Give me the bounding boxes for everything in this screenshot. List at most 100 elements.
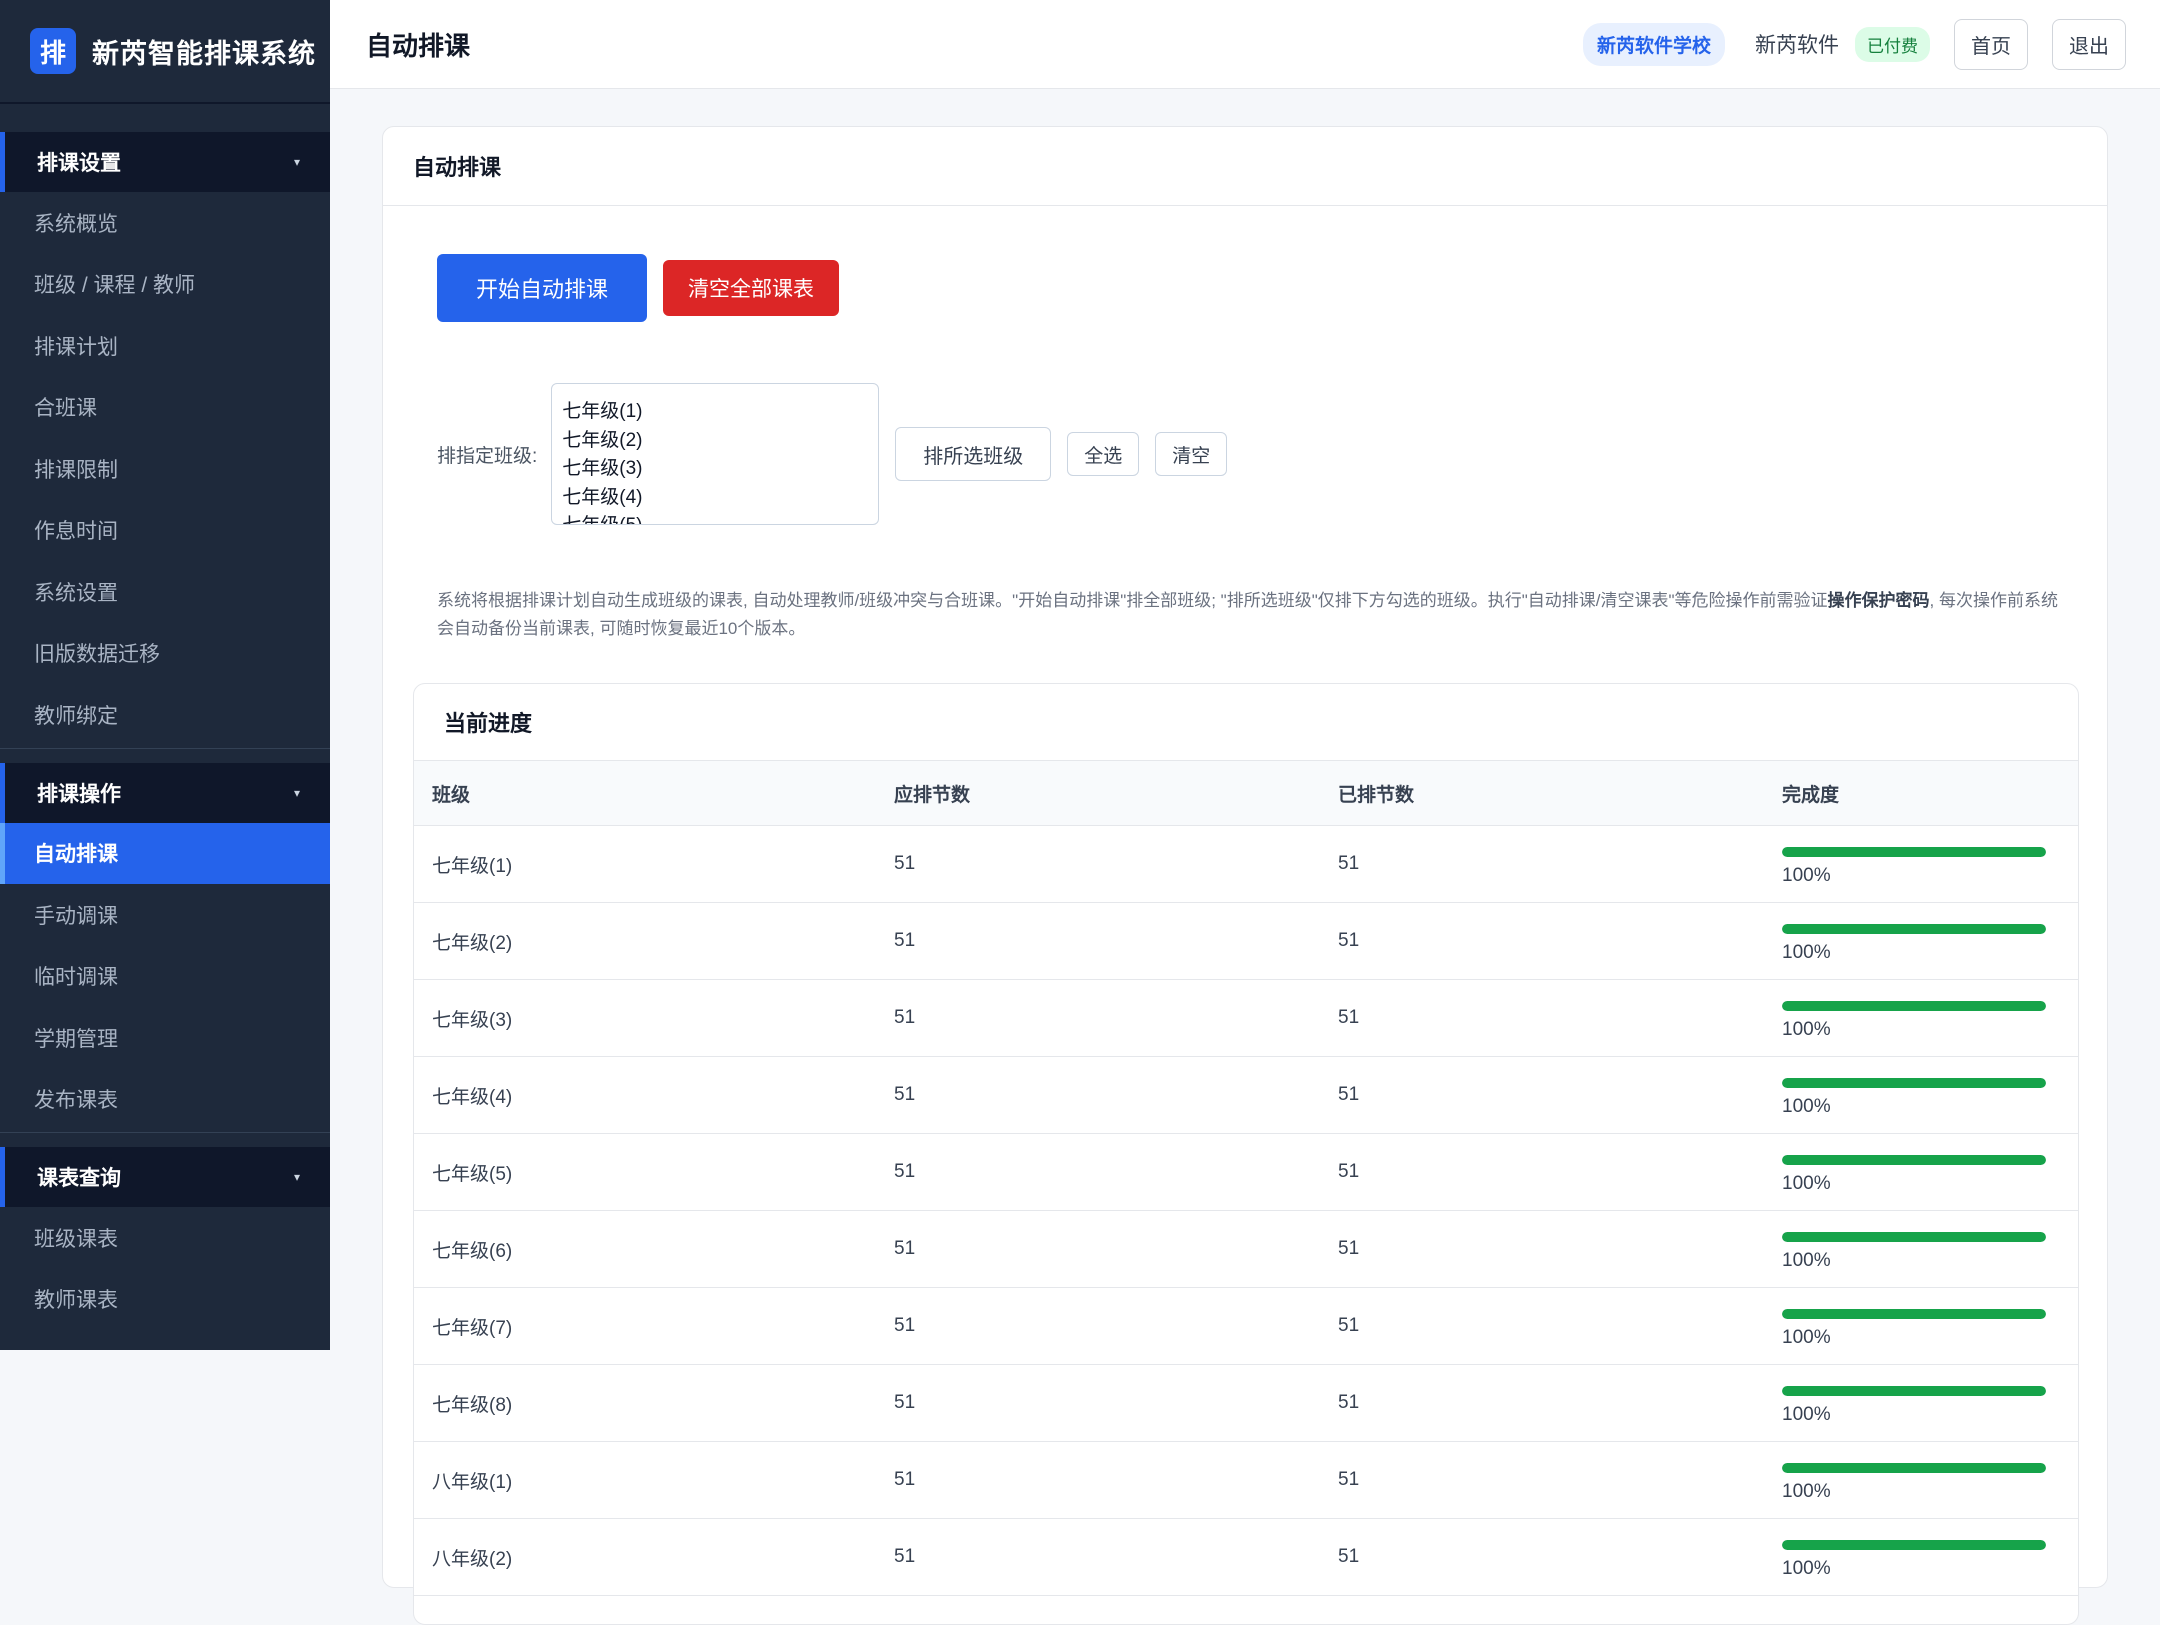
select-all-button[interactable]: 全选 xyxy=(1067,432,1140,476)
progress-bar xyxy=(1782,1001,2046,1011)
class-option[interactable]: 七年级(1) xyxy=(562,398,868,427)
org-name: 新芮软件 xyxy=(1755,34,1839,57)
sidebar-item[interactable]: 作息时间 xyxy=(0,500,330,562)
logout-button[interactable]: 退出 xyxy=(2052,18,2126,70)
nav-divider xyxy=(0,747,330,749)
progress-bar-fill xyxy=(1782,1309,2046,1319)
sidebar-nav: 排课设置 ▾ 系统概览 班级 / 课程 / 教师 排课计划 合班课 排课限制 作息时间 系统设置… xyxy=(0,132,330,1350)
nav-group-title: 排课设置 xyxy=(37,152,121,175)
cell-completion: 100% xyxy=(1781,1133,2078,1211)
nav-group-title: 排课操作 xyxy=(37,782,121,806)
cell-scheduled: 51 xyxy=(1337,1287,1781,1365)
progress-percent: 100% xyxy=(1782,1481,1831,1502)
nav-divider xyxy=(0,1132,330,1133)
cell-scheduled: 51 xyxy=(1337,979,1781,1057)
cell-completion: 100% xyxy=(1781,1287,2078,1365)
nav-group-header[interactable]: 课表查询 ▾ xyxy=(0,1147,330,1207)
class-option[interactable]: 七年级(2) xyxy=(562,427,868,456)
cell-required: 51 xyxy=(893,1056,1337,1134)
sidebar-item[interactable]: 排课计划 xyxy=(0,315,330,377)
cell-required: 51 xyxy=(893,902,1337,980)
caret-down-icon: ▾ xyxy=(293,785,300,800)
table-body: 七年级(1) 51 51 100% 七年级(2) 51 51 100% 七年级(3) 51 51 10… xyxy=(414,825,2078,1596)
sidebar-item[interactable]: 系统概览 xyxy=(0,192,330,254)
cell-class: 七年级(8) xyxy=(414,1364,893,1442)
sidebar-item[interactable]: 班级 / 课程 / 教师 xyxy=(0,254,330,316)
header-right: 新芮软件学校 新芮软件 已付费 首页 退出 xyxy=(1582,18,2126,70)
progress-bar-fill xyxy=(1782,1463,2046,1473)
table-header-row: 班级 应排节数 已排节数 完成度 xyxy=(414,760,2078,826)
page-title: 自动排课 xyxy=(366,30,471,61)
cell-scheduled: 51 xyxy=(1337,1210,1781,1288)
progress-bar xyxy=(1782,847,2046,857)
nav-group-header[interactable]: 排课操作 ▾ xyxy=(0,762,330,823)
sidebar-item[interactable]: 学期管理 xyxy=(0,1007,330,1069)
progress-percent: 100% xyxy=(1782,1096,1831,1117)
class-option[interactable]: 七年级(4) xyxy=(562,484,868,513)
class-option[interactable]: 七年级(5) xyxy=(562,512,868,524)
school-tag[interactable]: 新芮软件学校 xyxy=(1582,22,1725,66)
sidebar-item[interactable]: 临时调课 xyxy=(0,946,330,1008)
start-auto-schedule-button[interactable]: 开始自动排课 xyxy=(437,254,647,322)
class-option[interactable]: 七年级(3) xyxy=(562,455,868,484)
cell-class: 七年级(6) xyxy=(414,1210,893,1288)
home-button[interactable]: 首页 xyxy=(1954,18,2028,70)
progress-percent: 100% xyxy=(1782,1019,1831,1040)
clear-selection-button[interactable]: 清空 xyxy=(1155,432,1228,476)
card-title: 自动排课 xyxy=(383,127,2107,206)
sidebar-item[interactable]: 系统设置 xyxy=(0,561,330,623)
sidebar-item[interactable]: 自动排课 xyxy=(0,822,330,884)
cell-completion: 100% xyxy=(1781,825,2078,903)
sidebar: 排 新芮智能排课系统 排课设置 ▾ 系统概览 班级 / 课程 / 教师 排课计划 合班课排… xyxy=(0,0,330,1350)
cell-required: 51 xyxy=(893,1133,1337,1211)
sidebar-item[interactable]: 排课限制 xyxy=(0,438,330,500)
col-class: 班级 xyxy=(414,760,893,826)
table-row: 七年级(8) 51 51 100% xyxy=(414,1364,2078,1442)
cell-scheduled: 51 xyxy=(1337,1056,1781,1134)
table-row: 八年级(1) 51 51 100% xyxy=(414,1441,2078,1519)
cell-class: 七年级(5) xyxy=(414,1133,893,1211)
top-header: 自动排课 新芮软件学校 新芮软件 已付费 首页 退出 xyxy=(330,0,2160,89)
table-row: 七年级(3) 51 51 100% xyxy=(414,979,2078,1057)
progress-bar-fill xyxy=(1782,847,2046,857)
caret-down-icon: ▾ xyxy=(293,155,300,169)
sidebar-item[interactable]: 发布课表 xyxy=(0,1069,330,1131)
nav-group-header[interactable]: 排课设置 ▾ xyxy=(0,132,330,192)
class-multiselect[interactable]: 七年级(1) 七年级(2) 七年级(3) 七年级(4) 七年级(5) xyxy=(551,383,880,525)
notice-text: 系统将根据排课计划自动生成班级的课表, 自动处理教师/班级冲突与合班课。"开始自… xyxy=(437,591,1828,610)
cell-scheduled: 51 xyxy=(1337,1364,1781,1442)
brand: 排 新芮智能排课系统 xyxy=(0,0,330,104)
progress-bar xyxy=(1782,1309,2046,1319)
progress-percent: 100% xyxy=(1782,1404,1831,1425)
notice-emphasis: 操作保护密码 xyxy=(1827,591,1930,610)
sidebar-item[interactable]: 旧版数据迁移 xyxy=(0,623,330,685)
sidebar-item[interactable]: 教师绑定 xyxy=(0,684,330,746)
progress-bar-fill xyxy=(1782,1386,2046,1396)
help-notice: 系统将根据排课计划自动生成班级的课表, 自动处理教师/班级冲突与合班课。"开始自… xyxy=(437,587,2067,643)
clear-all-timetables-button[interactable]: 清空全部课表 xyxy=(663,260,839,316)
table-row: 七年级(5) 51 51 100% xyxy=(414,1133,2078,1211)
progress-bar-fill xyxy=(1782,1540,2046,1550)
col-completion: 完成度 xyxy=(1781,760,2078,826)
sidebar-item[interactable]: 合班课 xyxy=(0,377,330,439)
progress-percent: 100% xyxy=(1782,1327,1831,1348)
progress-bar xyxy=(1782,1540,2046,1550)
progress-bar-fill xyxy=(1782,924,2046,934)
progress-percent: 100% xyxy=(1782,1250,1831,1271)
cell-required: 51 xyxy=(893,825,1337,903)
sidebar-item[interactable]: 教师课表 xyxy=(0,1269,330,1331)
progress-bar-fill xyxy=(1782,1078,2046,1088)
sidebar-item[interactable]: 班级课表 xyxy=(0,1207,330,1269)
nav-group-title: 课表查询 xyxy=(37,1167,121,1190)
schedule-selected-button[interactable]: 排所选班级 xyxy=(895,427,1052,481)
cell-scheduled: 51 xyxy=(1337,1441,1781,1519)
cell-required: 51 xyxy=(893,1287,1337,1365)
sidebar-item[interactable]: 手动调课 xyxy=(0,884,330,946)
progress-bar xyxy=(1782,1386,2046,1396)
col-scheduled: 已排节数 xyxy=(1337,760,1781,826)
sidebar-item[interactable]: 教室课表 xyxy=(0,1330,330,1350)
cell-required: 51 xyxy=(893,1364,1337,1442)
cell-required: 51 xyxy=(893,979,1337,1057)
cell-completion: 100% xyxy=(1781,1518,2078,1596)
table-row: 七年级(1) 51 51 100% xyxy=(414,825,2078,903)
